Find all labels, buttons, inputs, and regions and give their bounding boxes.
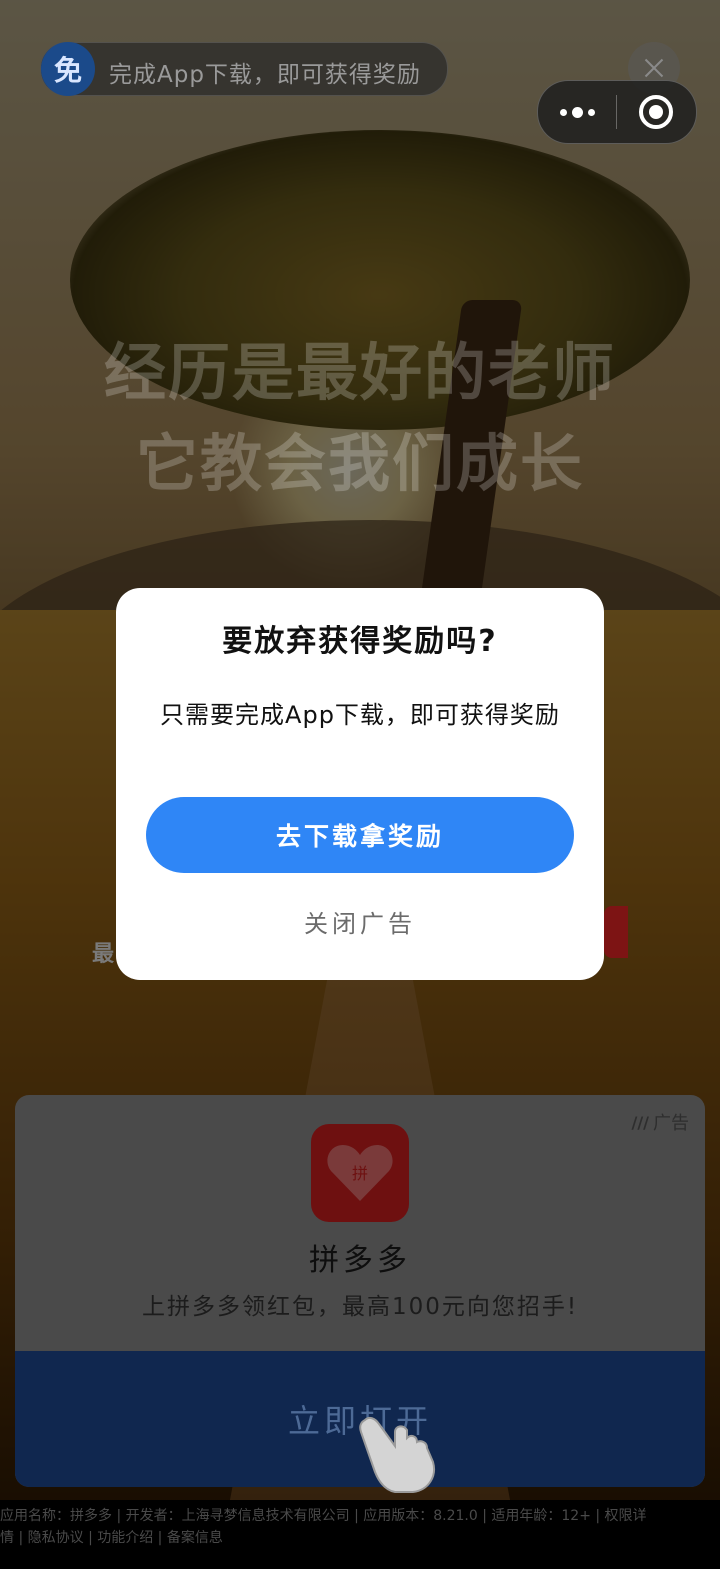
peek-app-logo <box>604 906 628 958</box>
footer-line-1[interactable]: 应用名称：拼多多 | 开发者：上海寻梦信息技术有限公司 | 应用版本：8.21.… <box>0 1505 720 1527</box>
ad-tag-label: 广告 <box>653 1113 689 1134</box>
download-reward-button[interactable]: 去下载拿奖励 <box>146 797 574 873</box>
reward-hint-text: 完成App下载，即可获得奖励 <box>109 62 421 88</box>
ad-network-logo-icon: /// <box>631 1112 649 1132</box>
peek-text: 最 <box>92 942 115 967</box>
quote-line-1: 经历是最好的老师 <box>103 336 616 409</box>
more-dots-icon <box>559 106 595 118</box>
reward-hint-pill: 免 完成App下载，即可获得奖励 <box>40 42 448 96</box>
icon-char: 拼 <box>352 1164 368 1183</box>
app-icon[interactable]: 拼 <box>311 1124 409 1222</box>
abandon-reward-dialog: 要放弃获得奖励吗? 只需要完成App下载，即可获得奖励 去下载拿奖励 关闭广告 <box>116 588 604 980</box>
exit-mini-program-button[interactable] <box>617 81 695 143</box>
more-menu-button[interactable] <box>538 81 616 143</box>
mini-program-capsule <box>537 80 697 144</box>
app-slogan: 上拼多多领红包，最高100元向您招手! <box>141 1294 579 1320</box>
footer-line-2[interactable]: 情 | 隐私协议 | 功能介绍 | 备案信息 <box>0 1527 720 1549</box>
ad-tag: /// 广告 <box>631 1109 689 1135</box>
pointing-hand-icon <box>355 1402 447 1494</box>
app-info-footer: 应用名称：拼多多 | 开发者：上海寻梦信息技术有限公司 | 应用版本：8.21.… <box>0 1505 720 1549</box>
target-circle-icon <box>639 95 673 129</box>
pinduoduo-heart-icon: 拼 <box>327 1143 393 1203</box>
dialog-message: 只需要完成App下载，即可获得奖励 <box>160 701 560 729</box>
app-name: 拼多多 <box>309 1243 411 1278</box>
free-badge-icon: 免 <box>41 42 95 96</box>
quote-line-2: 它教会我们成长 <box>135 427 584 500</box>
close-ad-button[interactable]: 关闭广告 <box>116 904 604 939</box>
dialog-title: 要放弃获得奖励吗? <box>222 624 498 659</box>
